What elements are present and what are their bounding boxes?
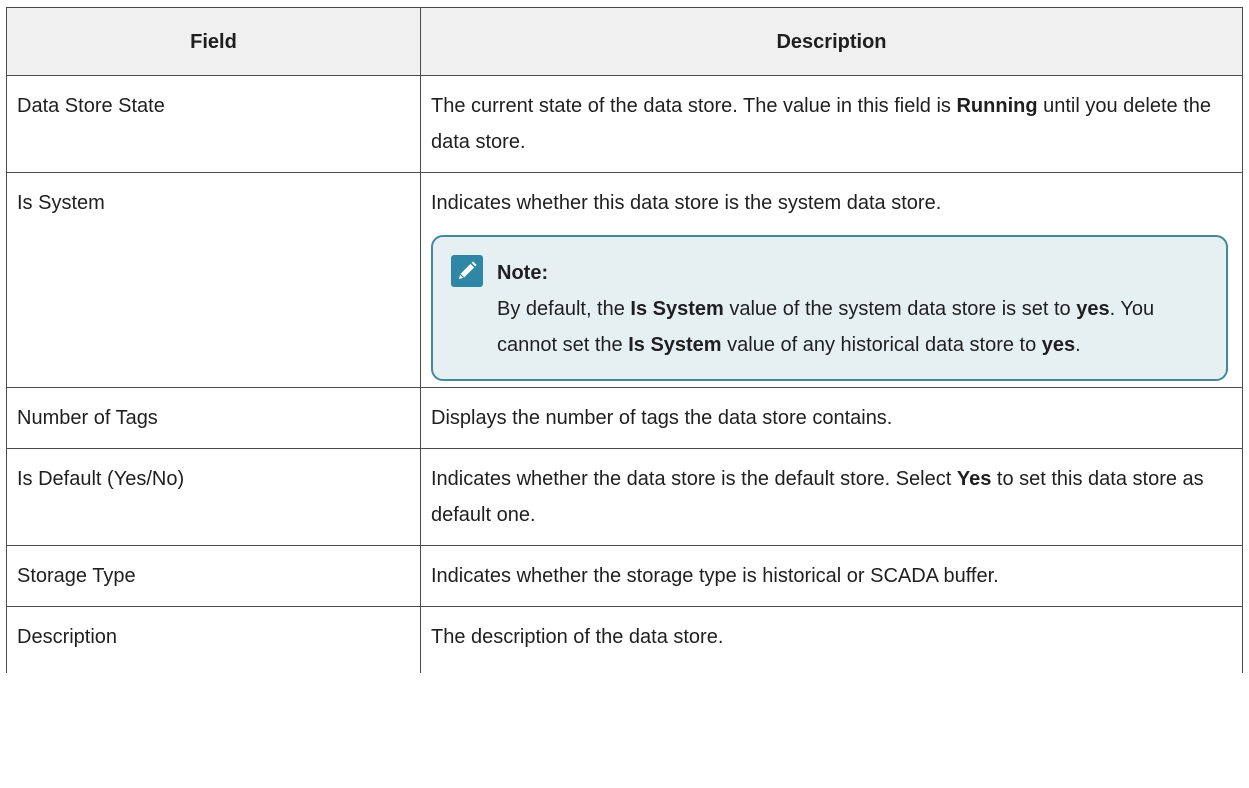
note-segment: By default, the <box>497 298 631 320</box>
field-name-cell: Description <box>6 606 421 673</box>
note-bold-segment: Is System <box>628 334 722 356</box>
description-cell: Indicates whether the data store is the … <box>420 448 1243 546</box>
note-segment: . <box>1075 334 1081 356</box>
note-title: Note: <box>497 262 549 284</box>
description-bold-segment: Yes <box>956 468 992 490</box>
note-segment: value of any histori­cal data store to <box>721 334 1042 356</box>
field-name-cell: Storage Type <box>6 545 421 607</box>
table-row: Data Store State The current state of th… <box>6 75 1243 173</box>
note-text: By default, the Is System value of the s… <box>497 291 1208 363</box>
pencil-icon <box>451 255 483 287</box>
field-name-cell: Number of Tags <box>6 387 421 449</box>
fields-table: Field Description Data Store State The c… <box>6 7 1243 673</box>
description-text: Indicates whether this data store is the… <box>431 192 942 214</box>
field-name-cell: Is System <box>6 172 421 388</box>
field-name-cell: Is Default (Yes/No) <box>6 448 421 546</box>
description-cell: Indicates whether this data store is the… <box>420 172 1243 388</box>
note-bold-segment: yes <box>1041 334 1076 356</box>
note-segment: value of the system data store is set to <box>723 298 1077 320</box>
note-box: Note: By default, the Is System value of… <box>431 235 1228 381</box>
table-row: Description The description of the data … <box>6 606 1243 673</box>
table-row: Is Default (Yes/No) Indicates whether th… <box>6 448 1243 546</box>
note-bold-segment: yes <box>1076 298 1110 320</box>
description-bold-segment: Running <box>956 95 1038 117</box>
note-bold-segment: Is System <box>630 298 724 320</box>
description-segment: The current state of the data store. The… <box>431 95 957 117</box>
description-cell: Displays the number of tags the data sto… <box>420 387 1243 449</box>
description-segment: Indicates whether the data store is the … <box>431 468 957 490</box>
table-row: Is System Indicates whether this data st… <box>6 172 1243 388</box>
table-header-row: Field Description <box>6 7 1243 76</box>
description-column-header: Description <box>420 7 1243 76</box>
description-cell: Indicates whether the storage type is hi… <box>420 545 1243 607</box>
field-name-cell: Data Store State <box>6 75 421 173</box>
description-cell: The current state of the data store. The… <box>420 75 1243 173</box>
table-row: Number of Tags Displays the number of ta… <box>6 387 1243 449</box>
description-cell: The description of the data store. <box>420 606 1243 673</box>
table-row: Storage Type Indicates whether the stora… <box>6 545 1243 607</box>
field-column-header: Field <box>6 7 421 76</box>
